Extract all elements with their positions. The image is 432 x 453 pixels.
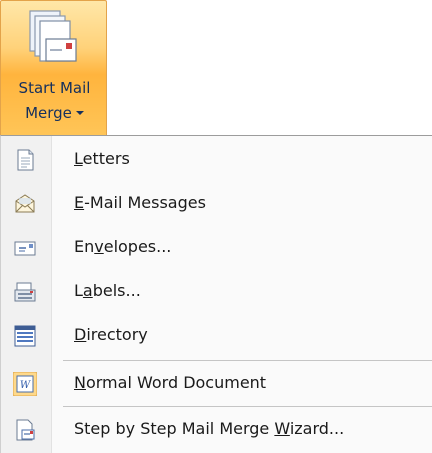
menu-item-letters[interactable]: Letters — [1, 138, 432, 182]
mail-merge-ui: Start Mail Merge Letters E-Mail Messages… — [0, 0, 432, 453]
menu-item-label: Labels... — [74, 281, 141, 300]
ribbon-label-line2-text: Merge — [25, 104, 72, 122]
menu-item-label: Letters — [74, 149, 130, 168]
mail-merge-menu: Letters E-Mail Messages Envelopes... Lab… — [0, 135, 432, 453]
ribbon-label-line2: Merge — [1, 104, 108, 122]
menu-item-email-messages[interactable]: E-Mail Messages — [1, 182, 432, 226]
menu-item-label: Envelopes... — [74, 237, 172, 256]
menu-item-envelopes[interactable]: Envelopes... — [1, 226, 432, 270]
letter-document-icon — [17, 149, 34, 171]
dropdown-arrow-icon — [75, 110, 84, 115]
directory-icon — [14, 325, 36, 347]
start-mail-merge-icon — [29, 10, 77, 62]
menu-item-directory[interactable]: Directory — [1, 314, 432, 358]
menu-item-label: Step by Step Mail Merge Wizard... — [74, 419, 345, 438]
start-mail-merge-button[interactable]: Start Mail Merge — [0, 0, 107, 135]
menu-item-label: E-Mail Messages — [74, 193, 206, 212]
menu-item-mail-merge-wizard[interactable]: Step by Step Mail Merge Wizard... — [1, 408, 432, 452]
menu-item-normal-word-document[interactable]: W Normal Word Document — [1, 362, 432, 406]
labels-icon — [14, 282, 36, 302]
word-document-icon: W — [13, 372, 37, 396]
svg-text:W: W — [20, 380, 31, 391]
menu-item-label: Directory — [74, 325, 148, 344]
email-envelope-icon — [15, 194, 35, 213]
ribbon-label-line1: Start Mail — [18, 79, 91, 97]
menu-item-label: Normal Word Document — [74, 373, 267, 392]
envelope-icon — [14, 241, 36, 256]
mail-merge-wizard-icon — [16, 419, 35, 441]
menu-separator — [63, 406, 432, 407]
menu-separator — [63, 360, 432, 361]
menu-item-labels[interactable]: Labels... — [1, 270, 432, 314]
